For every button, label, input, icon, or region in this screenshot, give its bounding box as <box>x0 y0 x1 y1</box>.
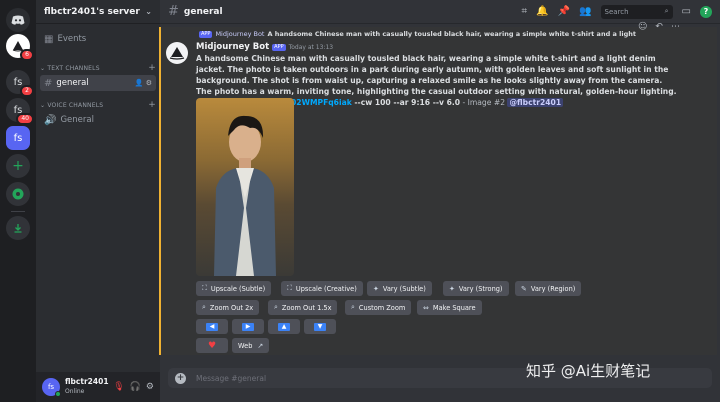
events-item[interactable]: ▦ Events <box>40 31 156 47</box>
pan-left-button[interactable]: ◀ <box>196 319 228 334</box>
inbox-icon[interactable]: ▭ <box>682 6 691 17</box>
mention-highlight-bar <box>159 27 161 355</box>
reply-author: Midjourney Bot <box>215 30 265 38</box>
help-icon[interactable]: ? <box>700 5 712 18</box>
external-link-icon: ↗ <box>257 341 264 350</box>
custom-zoom-button[interactable]: ⌕ Custom Zoom <box>345 300 412 315</box>
app-badge: APP <box>272 43 286 51</box>
brush-icon: ✎ <box>521 284 527 293</box>
portrait-photo <box>214 115 276 276</box>
server-fs-active[interactable]: fs <box>6 126 30 150</box>
unread-badge: 6 <box>20 49 34 61</box>
search-icon: ⌕ <box>664 7 669 15</box>
arrow-down-icon: ▼ <box>314 322 326 331</box>
magic-wand-icon: ✦ <box>373 284 379 293</box>
heart-icon: ♥ <box>207 340 217 351</box>
channel-settings-icon[interactable]: 👤 ⚙ <box>135 79 152 87</box>
add-channel-icon[interactable]: + <box>148 100 156 110</box>
expand-icon: ⛶ <box>287 284 292 292</box>
web-button[interactable]: Web ↗ <box>232 338 270 353</box>
username: flbctr2401 <box>65 377 109 386</box>
left-right-arrow-icon: ⇔ <box>423 303 429 312</box>
unread-badge: 2 <box>20 85 34 97</box>
user-status: Online <box>65 388 85 395</box>
more-icon[interactable]: ⋯ <box>671 22 680 32</box>
arrow-left-icon: ◀ <box>206 322 218 331</box>
hash-icon: # <box>168 4 179 19</box>
watermark: 知乎 @Ai生财笔记 <box>526 362 651 380</box>
text-channels-category[interactable]: ⌄ TEXT CHANNELS + <box>40 62 156 74</box>
add-server-icon[interactable]: + <box>6 154 30 178</box>
bot-avatar[interactable] <box>166 42 188 64</box>
chevron-down-icon: ⌄ <box>145 7 152 16</box>
user-mention[interactable]: @flbctr2401 <box>507 98 564 107</box>
zoom-out-1-5x-button[interactable]: ⌕ Zoom Out 1.5x <box>268 300 338 315</box>
favorite-button[interactable]: ♥ <box>196 338 228 353</box>
channel-general[interactable]: # general 👤 ⚙ <box>40 75 156 91</box>
bell-icon[interactable]: 🔔 <box>536 6 548 17</box>
make-square-button[interactable]: ⇔ Make Square <box>417 300 482 315</box>
gear-icon[interactable]: ⚙ <box>146 382 154 392</box>
server-name: flbctr2401's server <box>44 6 140 17</box>
message-author[interactable]: Midjourney Bot <box>196 42 269 52</box>
pan-right-button[interactable]: ▶ <box>232 319 264 334</box>
prompt-params: --cw 100 --ar 9:16 --v 6.0 <box>351 98 461 107</box>
emoji-icon[interactable]: ☺ <box>638 22 647 32</box>
zoom-out-2x-button[interactable]: ⌕ Zoom Out 2x <box>196 300 260 315</box>
expand-icon: ⛶ <box>202 284 207 292</box>
reply-icon[interactable]: ↶ <box>655 22 663 32</box>
channel-sidebar: flbctr2401's server ⌄ ▦ Events ⌄ TEXT CH… <box>36 0 160 402</box>
image-label: - Image #2 <box>460 98 508 107</box>
pan-down-button[interactable]: ▼ <box>304 319 336 334</box>
vary-region-button[interactable]: ✎ Vary (Region) <box>515 281 582 296</box>
calendar-icon: ▦ <box>44 33 54 45</box>
search-input[interactable]: Search ⌕ <box>600 4 673 19</box>
explore-icon[interactable] <box>6 182 30 206</box>
add-channel-icon[interactable]: + <box>148 63 156 73</box>
avatar[interactable]: fs <box>42 378 61 397</box>
upscale-subtle-button[interactable]: ⛶ Upscale (Subtle) <box>196 281 272 296</box>
magic-wand-icon: ✦ <box>449 284 455 293</box>
threads-icon[interactable]: ⌗ <box>522 6 528 17</box>
magnifier-icon: ⌕ <box>274 303 278 311</box>
server-fs-1[interactable]: fs 2 <box>6 70 34 97</box>
unread-badge: 40 <box>16 113 34 125</box>
members-icon[interactable]: 👥 <box>579 6 591 17</box>
user-panel: fs flbctr2401 Online 🎙 🎧 ⚙ <box>36 372 160 402</box>
server-avatar-midjourney[interactable]: 6 <box>6 34 34 61</box>
reply-reference[interactable]: APP Midjourney Bot A handsome Chinese ma… <box>196 29 636 39</box>
message-timestamp: Today at 13:13 <box>288 43 334 51</box>
headphones-icon[interactable]: 🎧 <box>130 382 141 392</box>
speaker-icon: 🔊 <box>44 114 57 126</box>
arrow-right-icon: ▶ <box>242 322 254 331</box>
generated-image[interactable] <box>196 98 294 276</box>
add-attachment-icon[interactable]: + <box>175 372 186 384</box>
pan-up-button[interactable]: ▲ <box>268 319 300 334</box>
discord-home-icon[interactable] <box>6 8 30 32</box>
message-input[interactable]: Message #general <box>196 374 266 383</box>
chevron-down-icon: ⌄ <box>40 101 48 109</box>
magnifier-icon: ⌕ <box>351 303 355 311</box>
app-badge: APP <box>199 30 213 38</box>
voice-channel-general[interactable]: 🔊 General <box>40 112 156 128</box>
channel-header: # general ⌗ 🔔 📌 👥 Search ⌕ ▭ ? <box>160 0 720 24</box>
upscale-creative-button[interactable]: ⛶ Upscale (Creative) <box>281 281 363 296</box>
vary-strong-button[interactable]: ✦ Vary (Strong) <box>443 281 509 296</box>
voice-channels-category[interactable]: ⌄ VOICE CHANNELS + <box>40 99 156 111</box>
online-status-icon <box>55 391 61 397</box>
message-hover-toolbar: ☺ ↶ ⋯ <box>638 22 680 32</box>
hash-icon: # <box>44 77 53 89</box>
pin-icon[interactable]: 📌 <box>558 6 570 17</box>
reply-text: A handsome Chinese man with casually tou… <box>267 30 636 38</box>
server-fs-2[interactable]: fs 40 <box>6 98 34 125</box>
page-title: general <box>183 6 223 17</box>
server-rail: 6 fs 2 fs 40 fs + <box>0 0 36 402</box>
mic-muted-icon[interactable]: 🎙 <box>113 382 124 392</box>
server-header[interactable]: flbctr2401's server ⌄ <box>36 0 160 24</box>
vary-subtle-button[interactable]: ✦ Vary (Subtle) <box>367 281 432 296</box>
magnifier-icon: ⌕ <box>202 303 206 311</box>
arrow-up-icon: ▲ <box>278 322 290 331</box>
download-icon[interactable] <box>6 216 30 240</box>
